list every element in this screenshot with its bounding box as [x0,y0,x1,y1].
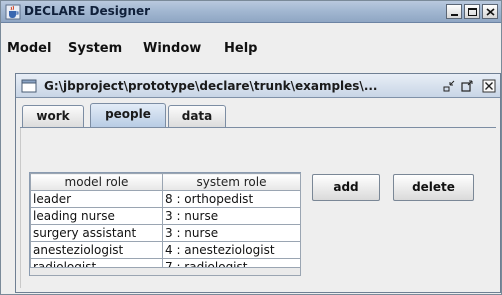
document-icon [21,79,37,93]
application-window: DECLARE Designer Model System Window Hel… [0,0,502,295]
roles-table[interactable]: model role system role leader 8 : orthop… [29,172,301,276]
maximize-button[interactable] [464,4,480,19]
add-button[interactable]: add [312,174,380,201]
menu-window[interactable]: Window [143,41,201,56]
internal-frame-titlebar[interactable]: G:\jbproject\prototype\declare\trunk\exa… [16,74,500,98]
column-header-system-role[interactable]: system role [162,173,301,191]
column-header-model-role[interactable]: model role [30,173,163,191]
table-header-row: model role system role [30,173,301,191]
menu-help[interactable]: Help [224,41,257,56]
window-title: DECLARE Designer [24,4,151,18]
tab-work[interactable]: work [22,105,84,127]
table-empty-area [30,267,300,275]
table-row[interactable]: surgery assistant 3 : nurse [30,224,301,242]
iconify-icon[interactable] [442,79,456,93]
close-button[interactable] [482,4,498,19]
system-role-cell[interactable]: 8 : orthopedist [162,190,301,208]
minimize-icon [451,14,458,16]
system-role-cell[interactable]: 4 : anesteziologist [162,241,301,259]
close-icon [486,8,495,16]
model-role-cell[interactable]: leader [30,190,163,208]
menu-system[interactable]: System [68,41,122,56]
restore-icon[interactable] [460,79,474,93]
internal-frame-title: G:\jbproject\prototype\declare\trunk\exa… [44,79,378,93]
maximize-icon [468,8,477,16]
system-role-cell[interactable]: 3 : nurse [162,224,301,242]
model-role-cell[interactable]: anesteziologist [30,241,163,259]
menu-model[interactable]: Model [7,41,51,56]
delete-button[interactable]: delete [393,174,474,201]
window-titlebar[interactable]: DECLARE Designer [1,1,501,23]
java-cup-icon [5,4,21,20]
model-role-cell[interactable]: leading nurse [30,207,163,225]
menu-bar: Model System Window Help [1,36,501,62]
model-role-cell[interactable]: surgery assistant [30,224,163,242]
roles-grid: model role system role leader 8 : orthop… [30,173,301,276]
table-row[interactable]: anesteziologist 4 : anesteziologist [30,241,301,259]
table-row[interactable]: leader 8 : orthopedist [30,190,301,208]
tab-people[interactable]: people [90,103,166,127]
table-row[interactable]: leading nurse 3 : nurse [30,207,301,225]
tab-data[interactable]: data [168,105,226,127]
minimize-button[interactable] [446,4,462,19]
close-icon[interactable] [482,79,496,93]
system-role-cell[interactable]: 3 : nurse [162,207,301,225]
